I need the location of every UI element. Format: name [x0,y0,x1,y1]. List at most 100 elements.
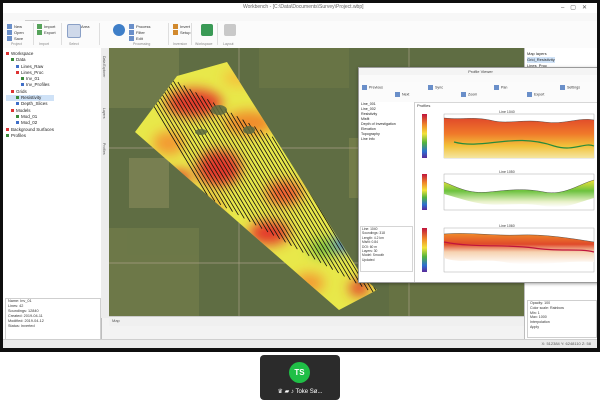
layer-color-icon [16,70,19,74]
layer-properties: Opacity: 100 Color scale: Rainbow Min: 1 Ma… [527,300,597,338]
layer-color-icon [6,127,9,131]
setup-icon [173,30,178,36]
participant-label: ♛ ▰ ♪ Toke Sø... [260,388,340,395]
profile-layer-panel: Line_001 Line_002 Resistivity Misfit Depth o… [359,102,415,282]
layer-color-icon [16,96,19,100]
line-info-row: Updated [362,257,375,262]
layer-color-icon [11,58,14,62]
layer-color-icon [21,77,24,81]
profile-3-title: Line 1060 [499,224,514,228]
ribbon-save-button[interactable]: Save [7,36,23,42]
window-controls[interactable]: –▢✕ [561,4,593,11]
profile-sections: Line 1040 Line 1050 Line 1060 [422,110,595,273]
profile-window-tabs: Home Edit View [359,75,597,90]
ribbon-icon [494,85,499,90]
ribbon-icon [428,85,433,90]
layer-color-icon [16,121,19,125]
layer-color-icon [21,83,24,87]
layer-property-row: Apply [530,324,539,329]
profile-ribbon-button[interactable]: Pan [494,85,507,90]
ribbon-invert-button[interactable]: Invert [173,24,190,30]
profile-panel-2: Line 1050 [422,170,595,211]
profile-viewer-window[interactable]: Profile Viewer Home Edit View PreviousNe… [358,67,597,283]
ribbon-new-button[interactable]: New [7,24,22,30]
side-tab-data-explorer[interactable]: Data Explorer [102,56,106,77]
profile-ribbon-button[interactable]: Export [527,92,544,97]
ribbon-icon [362,85,367,90]
layer-color-icon [16,64,19,68]
process-small-icon [129,24,134,30]
profile-layer-item[interactable]: Line info [359,137,414,142]
ribbon-icon [560,85,565,90]
export-icon [37,30,42,36]
profile-ribbon-button[interactable]: Previous [362,85,383,90]
ribbon-import-button[interactable]: Import [37,24,55,30]
group-workspace-label: Workspace [195,42,213,46]
workspace-icon[interactable] [201,24,213,36]
group-select-label: Select [69,42,79,46]
group-processing-label: Processing [133,42,151,46]
layer-color-icon [11,108,14,112]
process-icon[interactable] [113,24,125,36]
profile-header: Profiles [417,103,431,108]
line-info-box: Line: 1040 Soundings: 318 Length: 4.2 km Mi… [360,226,413,272]
coordinate-readout: X: 512384 Y: 6248110 Z: 58 [541,341,591,346]
ribbon-setup-button[interactable]: Setup [173,30,190,36]
participant-name: Toke Sø... [295,389,323,395]
profile-layer-list: Line_001 Line_002 Resistivity Misfit Depth o… [359,102,414,142]
profile-panel-1: Line 1040 [422,110,595,159]
group-import-label: Import [39,42,49,46]
layer-color-icon [6,52,9,55]
ribbon-export-button[interactable]: Export [37,30,56,36]
profile-plots: Profiles Line 1040 Line 1050 Line 1060 [414,102,597,282]
profile-panel-3: Line 1060 [422,224,595,273]
data-explorer-panel: Workspace Data Lines_Raw Lines_Proc Inv_01 In… [3,48,102,348]
participant-tile[interactable]: TS ♛ ▰ ♪ Toke Sø... [260,355,340,400]
map-status: Map [109,316,524,326]
select-icon[interactable] [67,24,81,38]
screen: Workbench - [C:\Data\Documents\Survey\Pr… [0,0,600,352]
open-icon [7,30,12,36]
layer-color-icon [16,102,19,106]
ribbon-open-button[interactable]: Open [7,30,24,36]
profile-2-title: Line 1050 [499,170,514,174]
ribbon-icon [461,92,466,97]
layout-icon[interactable] [224,24,236,36]
ribbon-area-button[interactable]: Area [81,24,89,29]
save-icon [7,36,12,42]
group-inversion-label: Inversion [173,42,188,46]
layer-color-icon [6,133,9,137]
participant-avatar: TS [289,362,310,383]
group-layout-label: Layout [223,42,234,46]
profile-ribbon-button[interactable]: Settings [560,85,580,90]
map-tab-label[interactable]: Map [112,318,120,323]
invert-icon [173,24,178,30]
window-title: Workbench - [C:\Data\Documents\Survey\Pr… [243,4,364,10]
profile-ribbon: Previous Next Sync Zoom Pan Export Settings [359,82,597,103]
ribbon-filter-button[interactable]: Filter [129,30,145,36]
filter-icon [129,30,134,36]
profile-ribbon-button[interactable]: Sync [428,85,443,90]
side-tab-profiles[interactable]: Profiles [102,143,106,155]
tree-item[interactable]: Profiles [6,133,54,139]
crown-icon: ♛ [277,389,283,395]
ribbon: New Open Save Project Import Export Impo… [3,21,597,49]
app-window: Workbench - [C:\Data\Documents\Survey\Pr… [3,3,597,348]
property-row: Status: Inverted [8,324,35,328]
ribbon-icon [527,92,532,97]
new-icon [7,24,12,30]
profile-1-title: Line 1040 [499,110,514,114]
ribbon-process-button[interactable]: Process [129,24,150,30]
camera-icon: ▰ [284,389,290,395]
group-project-label: Project [11,42,22,46]
import-icon [37,24,42,30]
layer-color-icon [11,89,14,93]
profile-ribbon-button[interactable]: Next [395,92,409,97]
mic-muted-icon: ♪ [290,389,294,395]
edit-icon [129,36,134,42]
profile-ribbon-button[interactable]: Zoom [461,92,477,97]
side-tab-layers[interactable]: Layers [102,108,106,119]
layer-color-icon [16,114,19,118]
ribbon-icon [395,92,400,97]
ribbon-edit-button[interactable]: Edit [129,36,143,42]
